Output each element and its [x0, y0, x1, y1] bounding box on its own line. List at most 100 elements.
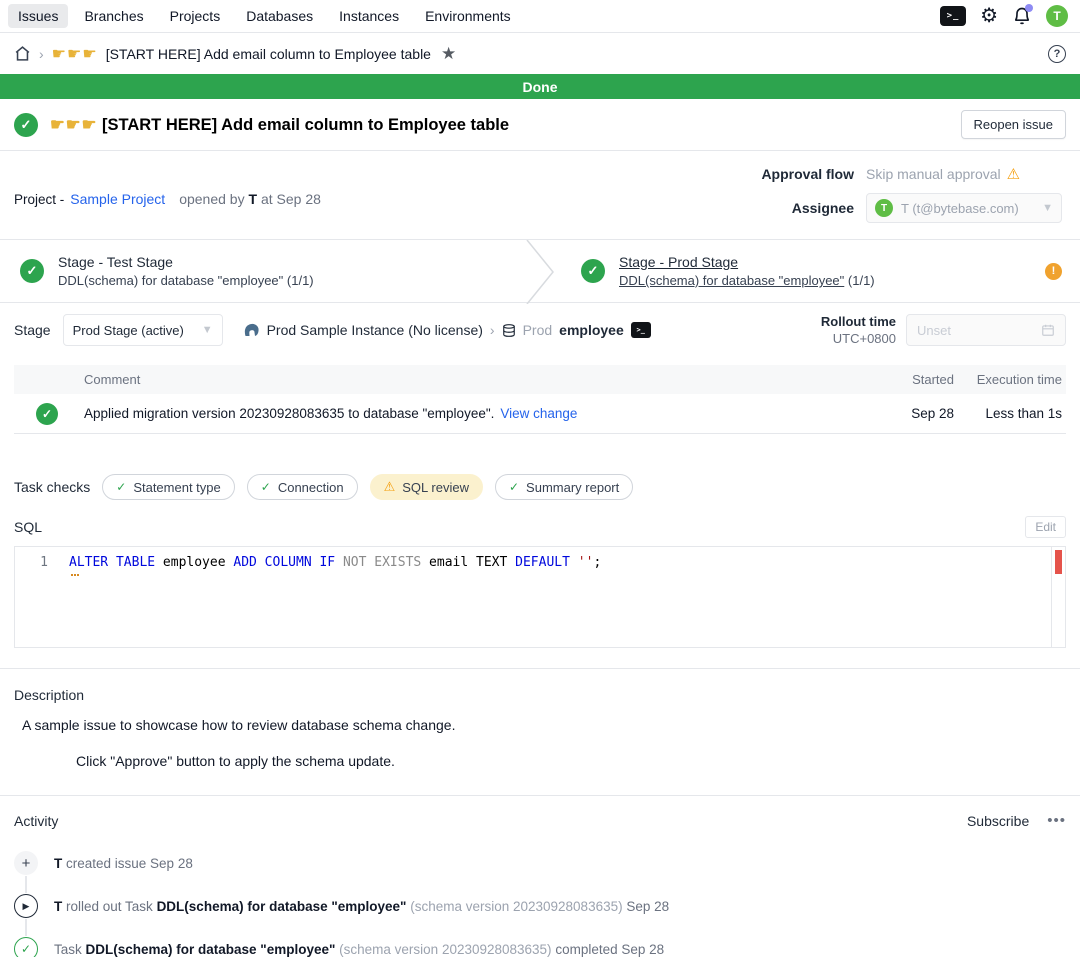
- assignee-select[interactable]: T T (t@bytebase.com) ▼: [866, 193, 1062, 223]
- calendar-icon: [1041, 323, 1055, 337]
- project-line: Project - Sample Project opened by T at …: [14, 165, 321, 223]
- sql-token: TEXT: [476, 555, 515, 570]
- stage-test[interactable]: ✓ Stage - Test Stage DDL(schema) for dat…: [0, 240, 519, 302]
- stage-prod-task[interactable]: DDL(schema) for database "employee" (1/1…: [619, 273, 875, 288]
- nav-databases[interactable]: Databases: [236, 4, 323, 28]
- stage-select-label: Stage: [14, 322, 51, 338]
- status-banner: Done: [0, 74, 1080, 99]
- issue-header: ✓ ☛☛☛ [START HERE] Add email column to E…: [0, 99, 1080, 151]
- check-success-icon: ✓: [116, 480, 126, 494]
- task-checks: Task checks ✓ Statement type ✓ Connectio…: [0, 474, 1080, 500]
- subscribe-button[interactable]: Subscribe: [967, 813, 1029, 829]
- issue-meta: Project - Sample Project opened by T at …: [0, 151, 1080, 239]
- rollout-time-label: Rollout time: [821, 314, 896, 329]
- assignee-avatar: T: [875, 199, 893, 217]
- activity-task: DDL(schema) for database "employee": [86, 942, 336, 957]
- rollout-timezone: UTC+0800: [821, 331, 896, 346]
- notifications-bell-icon[interactable]: [1012, 6, 1032, 26]
- check-connection[interactable]: ✓ Connection: [247, 474, 358, 500]
- help-icon[interactable]: ?: [1048, 45, 1066, 63]
- project-link[interactable]: Sample Project: [70, 191, 165, 207]
- star-icon[interactable]: ★: [441, 44, 456, 64]
- activity-label: Activity: [14, 813, 58, 829]
- check-label: SQL review: [402, 480, 469, 495]
- sql-label: SQL: [14, 519, 42, 535]
- user-avatar[interactable]: T: [1046, 5, 1068, 27]
- stage-prod-name[interactable]: Stage - Prod Stage: [619, 254, 875, 270]
- chevron-down-icon: ▼: [1042, 202, 1053, 214]
- sql-token: ALTER TABLE: [69, 555, 163, 570]
- nav-environments[interactable]: Environments: [415, 4, 521, 28]
- sql-editor[interactable]: 1 ALTER TABLE employee ADD COLUMN IF NOT…: [14, 546, 1066, 648]
- check-summary-report[interactable]: ✓ Summary report: [495, 474, 633, 500]
- breadcrumb-issue-title[interactable]: [START HERE] Add email column to Employe…: [106, 46, 431, 62]
- table-row[interactable]: ✓ Applied migration version 202309280836…: [14, 394, 1066, 434]
- sql-editor-terminal-icon[interactable]: >_: [940, 6, 966, 26]
- stage-prod-check-icon: ✓: [581, 259, 605, 283]
- table-header: Comment Started Execution time: [14, 365, 1066, 394]
- description-text: Click "Approve" button to apply the sche…: [76, 753, 1066, 769]
- main-nav: Issues Branches Projects Databases Insta…: [8, 4, 521, 28]
- editor-overview-ruler[interactable]: [1051, 547, 1065, 647]
- stage-prod[interactable]: ✓ Stage - Prod Stage DDL(schema) for dat…: [561, 240, 1080, 302]
- assignee-label: Assignee: [792, 200, 854, 216]
- approval-warning-icon[interactable]: ⚠: [1007, 165, 1020, 183]
- check-sql-review[interactable]: ⚠ SQL review: [370, 474, 483, 500]
- open-sql-editor-icon[interactable]: >_: [631, 322, 651, 338]
- home-icon[interactable]: [14, 45, 31, 62]
- instance-breadcrumb: Prod Sample Instance (No license) › Prod…: [243, 322, 651, 338]
- stage-select-value: Prod Stage (active): [73, 323, 184, 338]
- editor-error-marker: [1055, 550, 1062, 574]
- more-options-icon[interactable]: •••: [1047, 812, 1066, 829]
- activity-list: + T created issue Sep 28 ▶ T rolled out …: [14, 851, 1066, 957]
- check-success-icon: ✓: [261, 480, 271, 494]
- task-execution-time: Less than 1s: [970, 406, 1062, 421]
- completed-check-icon: ✓: [14, 937, 38, 957]
- task-checks-label: Task checks: [14, 479, 90, 495]
- sql-token: '': [578, 555, 594, 570]
- database-name[interactable]: employee: [559, 322, 624, 338]
- nav-projects[interactable]: Projects: [160, 4, 231, 28]
- issue-done-check-icon: ✓: [14, 113, 38, 137]
- rollout-time-input[interactable]: Unset: [906, 314, 1066, 346]
- activity-user: T: [54, 856, 62, 871]
- approval-flow-value: Skip manual approval ⚠: [866, 165, 1066, 183]
- opened-by-text: opened by T at Sep 28: [179, 191, 321, 207]
- instance-name[interactable]: Prod Sample Instance (No license): [267, 322, 483, 338]
- check-success-icon: ✓: [509, 480, 519, 494]
- issue-title-text: [START HERE] Add email column to Employe…: [102, 116, 509, 134]
- project-label: Project -: [14, 192, 64, 207]
- sql-token: ;: [593, 555, 601, 570]
- approval-flow-label: Approval flow: [761, 166, 854, 182]
- breadcrumb: › ☛☛☛ [START HERE] Add email column to E…: [0, 33, 1080, 74]
- view-change-link[interactable]: View change: [500, 406, 577, 421]
- sql-token: NOT EXISTS: [343, 555, 429, 570]
- task-started: Sep 28: [900, 406, 954, 421]
- sql-edit-button[interactable]: Edit: [1025, 516, 1066, 538]
- activity-meta: (schema version 20230928083635): [335, 942, 551, 957]
- nav-instances[interactable]: Instances: [329, 4, 409, 28]
- breadcrumb-hands-emoji: ☛☛☛: [52, 44, 98, 64]
- editor-line-number: 1: [15, 547, 61, 647]
- stage-select[interactable]: Prod Stage (active) ▼: [63, 314, 223, 346]
- assignee-value: T (t@bytebase.com): [901, 201, 1019, 216]
- stage-chevron-separator: [519, 240, 561, 304]
- opened-by-user: T: [249, 191, 258, 207]
- activity-section: Activity Subscribe ••• + T created issue…: [0, 796, 1080, 957]
- nav-branches[interactable]: Branches: [74, 4, 153, 28]
- title-hands-emoji: ☛☛☛: [50, 116, 97, 134]
- col-execution-time: Execution time: [970, 372, 1062, 387]
- sql-statement[interactable]: ALTER TABLE employee ADD COLUMN IF NOT E…: [61, 547, 1051, 647]
- stage-test-check-icon: ✓: [20, 259, 44, 283]
- settings-gear-icon[interactable]: ⚙: [980, 6, 998, 26]
- nav-issues[interactable]: Issues: [8, 4, 68, 28]
- reopen-issue-button[interactable]: Reopen issue: [961, 110, 1067, 139]
- sql-token: IF: [319, 555, 342, 570]
- check-statement-type[interactable]: ✓ Statement type: [102, 474, 235, 500]
- task-comment: Applied migration version 20230928083635…: [58, 406, 900, 421]
- top-nav: Issues Branches Projects Databases Insta…: [0, 0, 1080, 33]
- description-section: Description A sample issue to showcase h…: [0, 669, 1080, 795]
- database-icon: [502, 323, 516, 338]
- database-env: Prod: [523, 322, 553, 338]
- stage-test-task: DDL(schema) for database "employee" (1/1…: [58, 273, 314, 288]
